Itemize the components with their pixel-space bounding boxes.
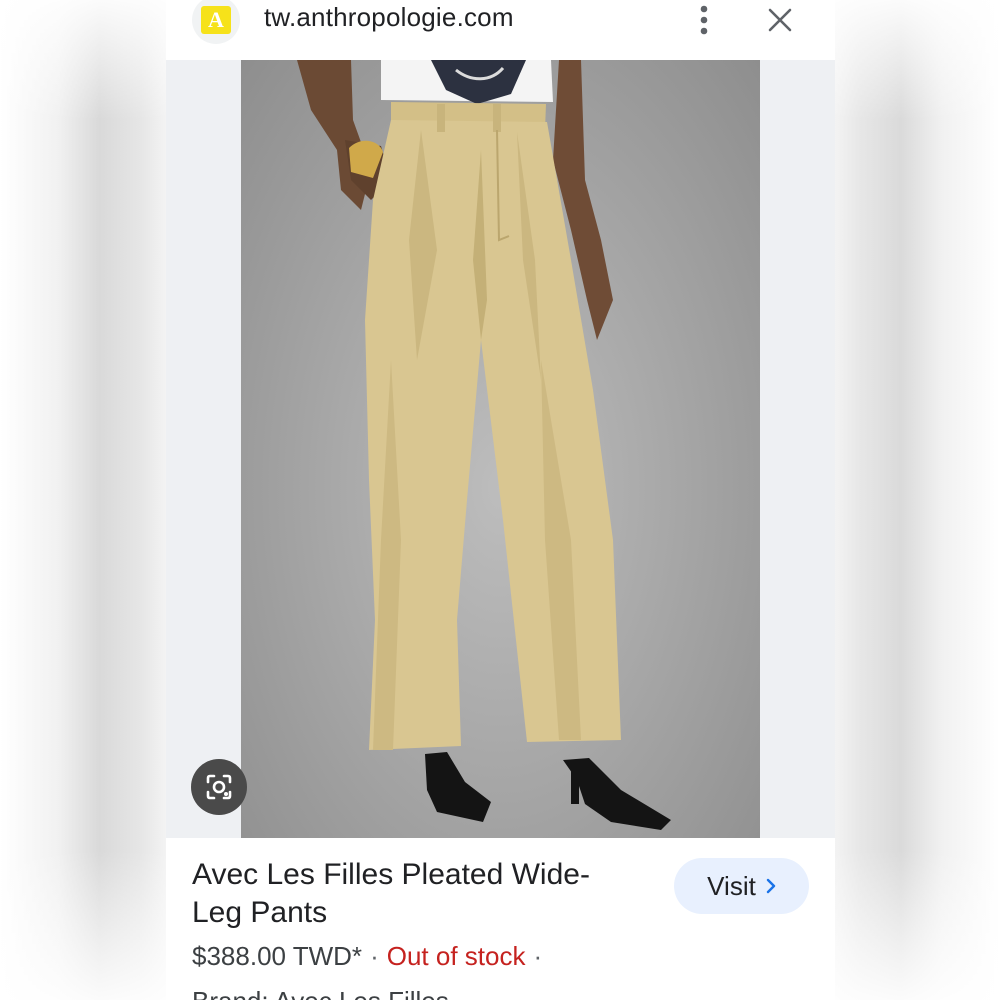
pants-photo	[297, 60, 671, 830]
separator: ·	[370, 941, 379, 971]
more-vert-icon	[700, 5, 708, 35]
browser-top-bar: A tw.anthropologie.com	[166, 0, 835, 60]
blurred-backdrop-right	[835, 0, 1000, 1000]
page-url[interactable]: tw.anthropologie.com	[264, 2, 514, 33]
close-icon	[768, 8, 792, 32]
visit-button-label: Visit	[707, 870, 756, 901]
product-image[interactable]	[241, 60, 760, 838]
anthropologie-logo-icon: A	[201, 6, 231, 34]
site-favicon: A	[192, 0, 240, 44]
price-line: $388.00 TWD* · Out of stock ·	[192, 941, 550, 972]
stock-status: Out of stock	[386, 941, 526, 971]
product-price: $388.00 TWD*	[192, 941, 363, 971]
google-lens-button[interactable]	[191, 759, 247, 815]
product-image-area	[166, 60, 835, 838]
visit-button[interactable]: Visit	[674, 858, 809, 914]
more-options-button[interactable]	[690, 2, 718, 38]
phone-screen: A tw.anthropologie.com Avec Les Filles P…	[166, 0, 835, 1000]
close-button[interactable]	[762, 0, 798, 40]
blurred-backdrop-left	[0, 0, 166, 1000]
brand-line: Brand: Avec Les Filles	[192, 986, 449, 1000]
separator: ·	[533, 941, 543, 971]
google-lens-icon	[206, 774, 232, 800]
product-title[interactable]: Avec Les Filles Pleated Wide-Leg Pants	[192, 856, 632, 932]
chevron-right-icon	[766, 878, 776, 894]
